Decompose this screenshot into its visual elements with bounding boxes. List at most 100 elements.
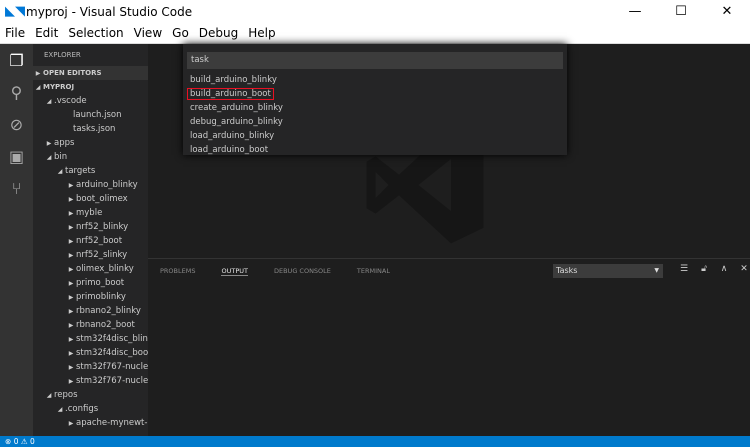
tree-item[interactable]: ◢ targets — [33, 164, 148, 178]
quick-pick-item[interactable]: create_arduino_blinky — [187, 101, 563, 115]
chevron-right-icon: ▶ — [68, 238, 74, 245]
tree-item-label: launch.json — [73, 110, 122, 120]
scroll-lock-icon[interactable]: 🔓︎ — [694, 264, 714, 274]
tree-item-label: rbnano2_boot — [76, 320, 135, 330]
tree-item[interactable]: ▶stm32f767-nucleo_b... — [33, 374, 148, 388]
source-control-icon[interactable]: ⑂ — [0, 172, 33, 204]
tree-item[interactable]: ◢ .configs — [33, 402, 148, 416]
quick-pick-item[interactable]: debug_arduino_blinky — [187, 115, 563, 129]
chevron-right-icon: ▶ — [68, 336, 74, 343]
title-bar: ◣◥ myproj - Visual Studio Code — ☐ ✕ — [0, 0, 750, 23]
tree-item[interactable]: ▶ nrf52_blinky — [33, 220, 148, 234]
tab-terminal[interactable]: TERMINAL — [357, 267, 390, 276]
close-button[interactable]: ✕ — [704, 0, 750, 23]
menu-help[interactable]: Help — [243, 26, 280, 40]
warning-count: 0 — [29, 437, 35, 446]
project-section[interactable]: ◢ MYPROJ — [33, 80, 148, 94]
open-editors-section[interactable]: ▶ OPEN EDITORS — [33, 66, 148, 80]
menu-go[interactable]: Go — [167, 26, 194, 40]
tree-item[interactable]: ▶apache-mynewt-core — [33, 416, 148, 430]
vscode-logo-icon: ◣◥ — [5, 3, 25, 19]
output-channel-select[interactable]: Tasks ▼ — [553, 264, 663, 278]
tree-item-label: repos — [54, 390, 78, 400]
status-bar: ⊗ 0 ⚠ 0 — [0, 436, 750, 447]
tree-item[interactable]: ▶ boot_olimex — [33, 192, 148, 206]
menu-selection[interactable]: Selection — [63, 26, 128, 40]
menu-debug[interactable]: Debug — [194, 26, 243, 40]
tree-item[interactable]: ▶stm32f767-nucleo_b... — [33, 360, 148, 374]
quick-pick-item-label: build_arduino_boot — [187, 87, 274, 100]
tree-item-label: olimex_blinky — [76, 264, 134, 274]
tree-item-label: myble — [76, 208, 103, 218]
tree-item-label: nrf52_boot — [76, 236, 123, 246]
chevron-right-icon: ▶ — [68, 182, 74, 189]
tab-output[interactable]: OUTPUT — [221, 267, 248, 276]
tree-item[interactable]: launch.json — [33, 108, 148, 122]
tree-item-label: rbnano2_blinky — [76, 306, 141, 316]
quick-pick-item-label: create_arduino_blinky — [190, 102, 283, 113]
extensions-icon[interactable]: ▣ — [0, 140, 33, 172]
quick-pick-item-label: debug_arduino_blinky — [190, 116, 283, 127]
chevron-right-icon: ▶ — [68, 420, 74, 427]
tree-item[interactable]: ▶ myble — [33, 206, 148, 220]
quick-pick-item[interactable]: load_arduino_boot — [187, 143, 563, 157]
tree-item-label: bin — [54, 152, 68, 162]
tree-item[interactable]: ▶ rbnano2_blinky — [33, 304, 148, 318]
minimize-button[interactable]: — — [612, 0, 658, 23]
quick-pick-item[interactable]: load_arduino_blinky — [187, 129, 563, 143]
explorer-sidebar: EXPLORER ▶ OPEN EDITORS ◢ MYPROJ ◢ .vscode l… — [33, 44, 148, 436]
chevron-right-icon: ▶ — [35, 70, 41, 77]
chevron-down-icon: ◢ — [57, 168, 63, 175]
chevron-down-icon: ◢ — [46, 154, 52, 161]
menu-view[interactable]: View — [129, 26, 167, 40]
menu-file[interactable]: File — [0, 26, 30, 40]
chevron-right-icon: ▶ — [46, 140, 52, 147]
clear-output-icon[interactable]: ☰ — [674, 264, 694, 274]
tree-item-label: .configs — [65, 404, 99, 414]
tab-debug-console[interactable]: DEBUG CONSOLE — [274, 267, 331, 276]
chevron-down-icon: ◢ — [57, 406, 63, 413]
tree-item-label: stm32f767-nucleo_b... — [76, 376, 148, 386]
tree-item-label: stm32f4disc_boot — [76, 348, 148, 358]
dropdown-arrow-icon: ▼ — [654, 267, 659, 274]
maximize-panel-icon[interactable]: ∧ — [714, 264, 734, 274]
maximize-button[interactable]: ☐ — [658, 0, 704, 23]
menu-bar: File Edit Selection View Go Debug Help — [0, 23, 750, 44]
tree-item[interactable]: ◢ bin — [33, 150, 148, 164]
explorer-icon[interactable]: ❐ — [0, 44, 33, 76]
tree-item[interactable]: ▶ primoblinky — [33, 290, 148, 304]
chevron-right-icon: ▶ — [68, 322, 74, 329]
quick-pick-item[interactable]: build_arduino_boot — [187, 87, 563, 101]
quick-pick-item[interactable]: build_arduino_blinky — [187, 73, 563, 87]
chevron-right-icon: ▶ — [68, 266, 74, 273]
search-icon[interactable]: ⚲ — [0, 76, 33, 108]
tree-item[interactable]: ▶ olimex_blinky — [33, 262, 148, 276]
tree-item[interactable]: ▶ primo_boot — [33, 276, 148, 290]
tree-item[interactable]: ▶ arduino_blinky — [33, 178, 148, 192]
chevron-right-icon: ▶ — [68, 308, 74, 315]
tree-item[interactable]: ▶stm32f4disc_blinky — [33, 332, 148, 346]
bottom-panel: PROBLEMS OUTPUT DEBUG CONSOLE TERMINAL Task… — [148, 258, 750, 436]
tree-item-label: apache-mynewt-core — [76, 418, 148, 428]
tree-item[interactable]: ▶ nrf52_boot — [33, 234, 148, 248]
tree-item[interactable]: ◢ .vscode — [33, 94, 148, 108]
section-label: MYPROJ — [43, 83, 75, 91]
tree-item-label: tasks.json — [73, 124, 116, 134]
tree-item[interactable]: ▶ apps — [33, 136, 148, 150]
warning-icon: ⚠ — [20, 437, 28, 446]
close-panel-icon[interactable]: ✕ — [734, 264, 750, 274]
chevron-down-icon: ◢ — [46, 98, 52, 105]
tree-item[interactable]: ▶ nrf52_slinky — [33, 248, 148, 262]
debug-icon[interactable]: ⊘ — [0, 108, 33, 140]
tree-item[interactable]: ◢ repos — [33, 388, 148, 402]
tree-item[interactable]: tasks.json — [33, 122, 148, 136]
quick-pick-item-label: load_arduino_blinky — [190, 130, 275, 141]
chevron-right-icon: ▶ — [68, 280, 74, 287]
menu-edit[interactable]: Edit — [30, 26, 63, 40]
tree-item[interactable]: ▶ rbnano2_boot — [33, 318, 148, 332]
status-problems[interactable]: ⊗ 0 ⚠ 0 — [5, 437, 35, 446]
tree-item-label: targets — [65, 166, 96, 176]
quick-pick-input[interactable] — [187, 51, 563, 69]
tree-item[interactable]: ▶ stm32f4disc_boot — [33, 346, 148, 360]
tab-problems[interactable]: PROBLEMS — [160, 267, 195, 276]
